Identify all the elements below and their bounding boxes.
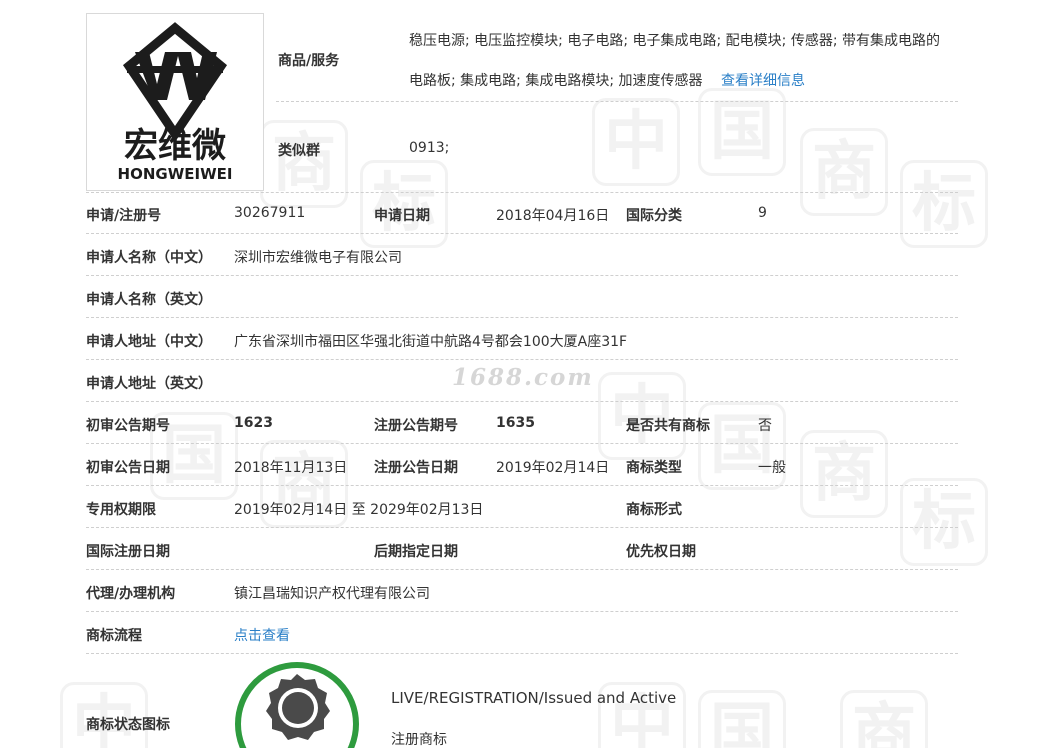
exclusive-label: 专用权期限 (86, 502, 156, 518)
prelim-issue-value: 1623 (234, 415, 273, 431)
applicant-cn-label: 申请人名称（中文） (86, 250, 212, 266)
goods-services-line1: 稳压电源; 电压监控模块; 电子电路; 电子集成电路; 配电模块; 传感器; 带… (409, 33, 940, 49)
prelim-date-label: 初审公告日期 (86, 460, 170, 476)
similar-group-label: 类似群 (278, 143, 320, 159)
applicant-cn-value: 深圳市宏维微电子有限公司 (234, 250, 402, 266)
watermark-glyph: 中 (592, 98, 680, 186)
prelim-issue-label: 初审公告期号 (86, 418, 170, 434)
status-icon-label: 商标状态图标 (86, 717, 170, 733)
row-agent: 代理/办理机构 镇江昌瑞知识产权代理有限公司 (86, 570, 958, 612)
reg-no-value: 30267911 (234, 205, 306, 221)
status-cn-text: 注册商标 (391, 732, 447, 748)
priority-date-label: 优先权日期 (626, 544, 696, 560)
prelim-date-value: 2018年11月13日 (234, 460, 348, 476)
row-issue-dates: 初审公告日期 2018年11月13日 注册公告日期 2019年02月14日 商标… (86, 444, 958, 486)
divider (86, 192, 958, 193)
hongweiwei-logo-image: 宏维微 HONGWEIWEI (118, 22, 233, 183)
goods-services-text: 电路板; 集成电路; 集成电路模块; 加速度传感器 (409, 73, 703, 89)
intl-reg-date-label: 国际注册日期 (86, 544, 170, 560)
address-cn-label: 申请人地址（中文） (86, 334, 212, 350)
agent-value: 镇江昌瑞知识产权代理有限公司 (234, 586, 430, 602)
row-applicant-en: 申请人名称（英文） (86, 276, 958, 318)
tm-type-value: 一般 (758, 460, 786, 476)
reg-date-label: 注册公告日期 (374, 460, 458, 476)
reg-issue-label: 注册公告期号 (374, 418, 458, 434)
later-date-label: 后期指定日期 (374, 544, 458, 560)
applicant-en-label: 申请人名称（英文） (86, 292, 212, 308)
app-date-value: 2018年04月16日 (496, 208, 610, 224)
shared-value: 否 (758, 418, 772, 434)
row-registration: 申请/注册号 30267911 申请日期 2018年04月16日 国际分类 9 (86, 192, 958, 234)
goods-services-label: 商品/服务 (278, 53, 340, 69)
row-applicant-cn: 申请人名称（中文） 深圳市宏维微电子有限公司 (86, 234, 958, 276)
shared-label: 是否共有商标 (626, 418, 710, 434)
address-cn-value: 广东省深圳市福田区华强北街道中航路4号都会100大厦A座31F (234, 334, 628, 350)
view-details-link[interactable]: 查看详细信息 (721, 73, 805, 89)
watermark-glyph: 国 (698, 690, 786, 748)
divider (276, 101, 958, 102)
reg-date-value: 2019年02月14日 (496, 460, 610, 476)
tm-type-label: 商标类型 (626, 460, 682, 476)
intl-class-value: 9 (758, 205, 767, 221)
status-en-text: LIVE/REGISTRATION/Issued and Active (391, 689, 677, 707)
intl-class-label: 国际分类 (626, 208, 682, 224)
reg-issue-value: 1635 (496, 415, 535, 431)
tm-form-label: 商标形式 (626, 502, 682, 518)
row-address-cn: 申请人地址（中文） 广东省深圳市福田区华强北街道中航路4号都会100大厦A座31… (86, 318, 958, 360)
logo-en-text: HONGWEIWEI (118, 165, 233, 183)
divider (86, 653, 958, 654)
similar-group-value: 0913; (409, 140, 450, 156)
goods-services-line2: 电路板; 集成电路; 集成电路模块; 加速度传感器 查看详细信息 (409, 70, 805, 90)
watermark-glyph: 商 (840, 690, 928, 748)
trademark-image: 宏维微 HONGWEIWEI (86, 13, 264, 191)
status-badge-icon (235, 662, 359, 748)
row-exclusive: 专用权期限 2019年02月14日 至 2029年02月13日 商标形式 (86, 486, 958, 528)
row-issue-numbers: 初审公告期号 1623 注册公告期号 1635 是否共有商标 否 (86, 402, 958, 444)
exclusive-value: 2019年02月14日 至 2029年02月13日 (234, 502, 484, 518)
flow-link[interactable]: 点击查看 (234, 625, 290, 645)
agent-label: 代理/办理机构 (86, 586, 176, 602)
app-date-label: 申请日期 (374, 208, 430, 224)
reg-no-label: 申请/注册号 (86, 208, 162, 224)
logo-cn-text: 宏维微 (124, 126, 226, 166)
row-flow: 商标流程 点击查看 (86, 612, 958, 654)
address-en-label: 申请人地址（英文） (86, 376, 212, 392)
row-dates-other: 国际注册日期 后期指定日期 优先权日期 (86, 528, 958, 570)
site-watermark: 1688.com (452, 364, 594, 391)
flow-label: 商标流程 (86, 628, 142, 644)
